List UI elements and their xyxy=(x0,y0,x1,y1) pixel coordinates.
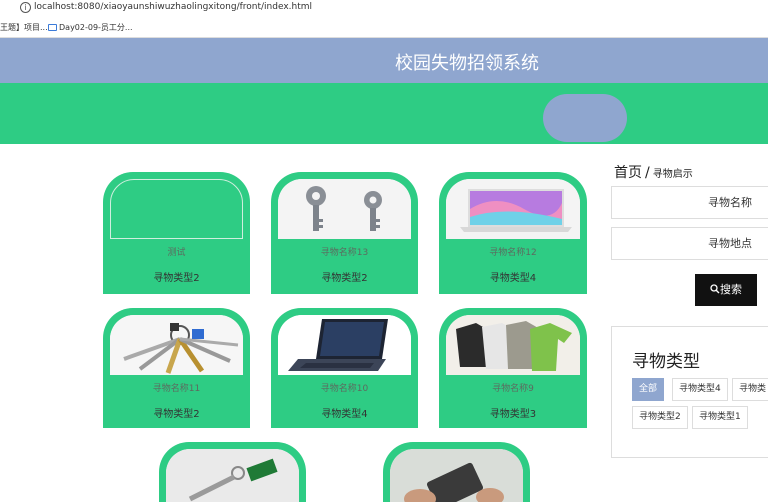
bookmark-folder-icon xyxy=(48,24,57,31)
item-card[interactable]: 寻物名称9 寻物类型3 xyxy=(439,308,587,428)
breadcrumb-separator: / xyxy=(645,165,650,181)
item-location-search-input[interactable]: 寻物地点 xyxy=(611,227,768,260)
type-filter-panel: 寻物类型 全部 寻物类型4 寻物类 寻物类型2 寻物类型1 xyxy=(611,326,768,458)
item-type: 寻物类型2 xyxy=(321,273,368,284)
breadcrumb: 首页 / 寻物启示 xyxy=(614,162,693,182)
type-tag[interactable]: 寻物类型4 xyxy=(672,378,728,401)
item-card[interactable]: 测试 寻物类型2 xyxy=(103,172,250,294)
item-name: 寻物名称10 xyxy=(320,384,369,394)
item-name-search-input[interactable]: 寻物名称 xyxy=(611,186,768,219)
item-type: 寻物类型4 xyxy=(321,409,368,420)
item-name: 寻物名称9 xyxy=(492,384,534,394)
type-tag[interactable]: 寻物类 xyxy=(732,378,768,401)
breadcrumb-current: 寻物启示 xyxy=(652,169,693,180)
bookmark-item[interactable]: Day02-09-员工分... xyxy=(48,22,133,33)
item-image xyxy=(110,179,243,239)
search-icon xyxy=(710,284,720,294)
keychain-icon xyxy=(110,315,243,375)
phone-icon xyxy=(390,449,523,502)
bookmark-label: Day02-09-员工分... xyxy=(59,23,133,32)
item-name: 寻物名称13 xyxy=(320,248,369,258)
nav-item-user-center[interactable]: 个人中心 xyxy=(652,0,700,61)
search-button[interactable]: 搜索 xyxy=(695,274,757,306)
nav-item-lost-found[interactable]: 失物招领 xyxy=(477,0,525,61)
item-type: 寻物类型2 xyxy=(153,273,200,284)
item-card[interactable] xyxy=(383,442,530,502)
type-tag-all[interactable]: 全部 xyxy=(632,378,665,401)
bookmark-item[interactable]: 王题】项目... xyxy=(0,22,48,33)
laptop-icon xyxy=(278,315,411,375)
key-tag-icon xyxy=(166,449,299,502)
item-card[interactable]: 寻物名称12 寻物类型4 xyxy=(439,172,587,294)
nav-active-indicator xyxy=(543,94,627,142)
item-card[interactable] xyxy=(159,442,306,502)
tshirts-icon xyxy=(446,315,580,375)
item-card[interactable]: 寻物名称11 寻物类型2 xyxy=(103,308,250,428)
item-name: 寻物名称12 xyxy=(489,248,537,258)
search-button-label: 搜索 xyxy=(720,283,742,296)
type-tag[interactable]: 寻物类型2 xyxy=(632,406,688,429)
type-tag[interactable]: 寻物类型1 xyxy=(692,406,748,429)
item-name: 寻物名称11 xyxy=(152,384,201,394)
item-type: 寻物类型3 xyxy=(489,409,537,420)
nav-item-announcements[interactable]: 公告信息 xyxy=(391,0,439,61)
site-info-icon[interactable]: i xyxy=(20,2,31,13)
item-card[interactable]: 寻物名称10 寻物类型4 xyxy=(271,308,418,428)
item-type: 寻物类型2 xyxy=(153,409,200,420)
nav-item-seek-notice[interactable]: 寻物启示 xyxy=(563,0,611,61)
type-filter-title: 寻物类型 xyxy=(632,352,700,372)
breadcrumb-home[interactable]: 首页 xyxy=(614,165,642,181)
laptop-icon xyxy=(446,179,580,239)
nav-item-forum[interactable]: 论坛 xyxy=(326,0,350,61)
item-name: 测试 xyxy=(167,248,186,258)
nav-item-home[interactable]: 首页 xyxy=(259,0,283,61)
keys-icon xyxy=(278,179,411,239)
main-nav xyxy=(0,83,768,144)
item-type: 寻物类型4 xyxy=(489,273,537,284)
item-card[interactable]: 寻物名称13 寻物类型2 xyxy=(271,172,418,294)
